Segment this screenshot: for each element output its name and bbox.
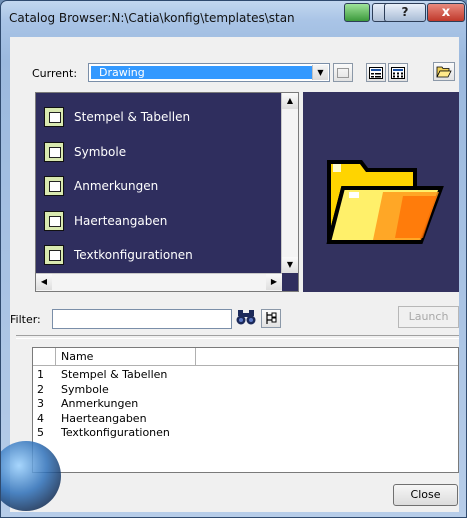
filter-options-icon xyxy=(266,312,277,324)
close-button[interactable]: Close xyxy=(393,484,458,506)
row-name: Symbole xyxy=(61,382,109,396)
parent-folder-button[interactable] xyxy=(333,63,353,82)
list-item[interactable]: Anmerkungen xyxy=(44,174,274,200)
row-name: Stempel & Tabellen xyxy=(61,368,168,381)
chevron-down-icon[interactable]: ▼ xyxy=(312,65,328,80)
row-name: Haerteangaben xyxy=(61,411,147,425)
row-name: Textkonfigurationen xyxy=(61,426,170,439)
filter-options-button[interactable] xyxy=(261,309,281,328)
table-header: Name xyxy=(33,348,458,366)
details-view-button[interactable] xyxy=(388,63,408,82)
window-title: Catalog Browser:N:\Catia\konfig\template… xyxy=(9,11,295,25)
separator xyxy=(16,335,459,339)
column-header-index[interactable] xyxy=(33,348,56,365)
table-row[interactable]: 5 Textkonfigurationen xyxy=(33,426,458,440)
minimize-button[interactable] xyxy=(344,3,370,22)
parent-folder-icon xyxy=(337,68,349,78)
scroll-down-icon[interactable]: ▼ xyxy=(282,257,298,273)
open-folder-button[interactable] xyxy=(433,62,455,81)
catalog-chapter-icon xyxy=(44,210,64,231)
row-index: 1 xyxy=(37,368,44,381)
vertical-scrollbar[interactable]: ▲ ▼ xyxy=(281,93,298,273)
catalog-chapter-list[interactable]: Stempel & Tabellen Symbole Anmerkungen Haer… xyxy=(35,92,299,292)
row-index: 2 xyxy=(37,382,44,396)
catalog-browser-window: Catalog Browser:N:\Catia\konfig\template… xyxy=(0,0,467,518)
list-item[interactable]: Stempel & Tabellen xyxy=(44,105,274,131)
title-bar[interactable]: Catalog Browser:N:\Catia\konfig\template… xyxy=(1,1,466,35)
catalog-chapter-icon xyxy=(44,141,64,162)
dialog-body: Current: Drawing ▼ Stempel & Tabellen Sy… xyxy=(10,37,459,512)
scroll-right-icon[interactable]: ▶ xyxy=(266,274,282,290)
help-button[interactable]: ? xyxy=(384,3,426,22)
column-header-filler xyxy=(197,348,458,365)
list-item-label: Anmerkungen xyxy=(74,179,159,193)
row-index: 4 xyxy=(37,411,44,425)
current-label: Current: xyxy=(32,67,78,80)
search-button[interactable] xyxy=(235,308,257,327)
filter-label: Filter: xyxy=(10,313,41,326)
list-item-label: Textkonfigurationen xyxy=(74,248,193,262)
current-catalog-dropdown[interactable]: Drawing ▼ xyxy=(88,63,330,82)
row-name: Anmerkungen xyxy=(61,397,139,410)
open-folder-icon xyxy=(436,66,452,78)
catalog-chapter-icon xyxy=(44,176,64,196)
list-view-icon xyxy=(369,67,383,79)
scroll-left-icon[interactable]: ◀ xyxy=(36,274,52,290)
table-row[interactable]: 2 Symbole xyxy=(33,383,458,397)
row-index: 3 xyxy=(37,397,44,410)
scroll-up-icon[interactable]: ▲ xyxy=(282,93,298,109)
catalog-chapter-icon xyxy=(44,245,64,265)
column-header-name[interactable]: Name xyxy=(56,348,196,365)
table-row[interactable]: 3 Anmerkungen xyxy=(33,397,458,411)
preview-panel xyxy=(303,92,459,292)
list-item-label: Symbole xyxy=(74,144,127,159)
details-view-icon xyxy=(391,67,405,79)
large-folder-icon xyxy=(326,160,444,244)
current-catalog-value: Drawing xyxy=(91,66,319,79)
list-view-button[interactable] xyxy=(366,63,386,82)
list-item-label: Haerteangaben xyxy=(74,213,168,228)
list-item[interactable]: Haerteangaben xyxy=(44,209,274,235)
table-row[interactable]: 1 Stempel & Tabellen xyxy=(33,368,458,382)
horizontal-scrollbar[interactable]: ◀ ▶ xyxy=(36,273,282,291)
binoculars-icon xyxy=(236,310,256,325)
catalog-chapter-icon xyxy=(44,107,64,127)
launch-button[interactable]: Launch xyxy=(398,306,459,328)
list-item[interactable]: Symbole xyxy=(44,140,274,166)
catalog-items-table[interactable]: Name 1 Stempel & Tabellen 2 Symbole 3 Anmerku… xyxy=(32,347,459,473)
filter-input[interactable] xyxy=(52,309,232,329)
table-row[interactable]: 4 Haerteangaben xyxy=(33,412,458,426)
row-index: 5 xyxy=(37,426,44,439)
list-item[interactable]: Textkonfigurationen xyxy=(44,243,274,269)
list-item-label: Stempel & Tabellen xyxy=(74,110,191,124)
close-window-button[interactable]: x xyxy=(427,3,465,22)
